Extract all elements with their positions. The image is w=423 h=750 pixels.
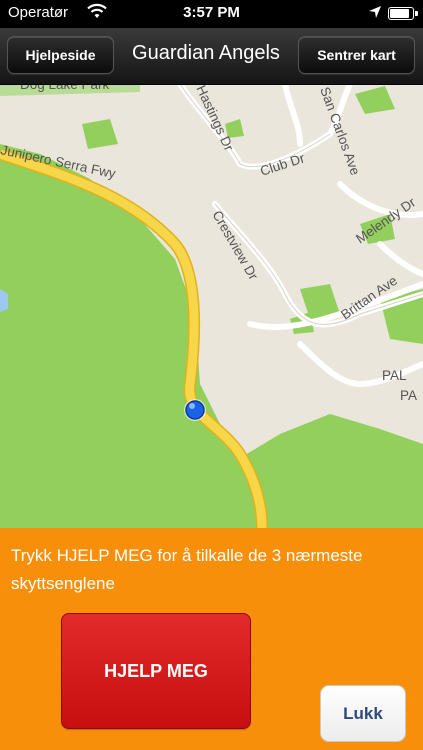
map-label: Dog Lake Park bbox=[20, 84, 110, 92]
center-map-button[interactable]: Sentrer kart bbox=[298, 36, 415, 74]
status-bar: Operatør 3:57 PM bbox=[0, 0, 423, 28]
help-me-button[interactable]: HJELP MEG bbox=[61, 613, 251, 729]
location-highlight bbox=[189, 403, 195, 409]
map-canvas: Dog Lake Park Hastings Dr Club Dr San Ca… bbox=[0, 84, 423, 528]
close-button[interactable]: Lukk bbox=[320, 685, 406, 742]
battery-icon bbox=[388, 7, 418, 20]
location-arrow-icon bbox=[368, 5, 382, 23]
map-label: PAL bbox=[382, 368, 407, 383]
navigation-bar: Hjelpeside Guardian Angels Sentrer kart bbox=[0, 28, 423, 85]
help-instructions: Trykk HJELP MEG for å tilkalle de 3 nærm… bbox=[11, 546, 363, 593]
app-title: Guardian Angels bbox=[132, 42, 280, 64]
clock: 3:57 PM bbox=[183, 4, 240, 21]
map-view[interactable]: Dog Lake Park Hastings Dr Club Dr San Ca… bbox=[0, 84, 423, 528]
current-location-icon[interactable] bbox=[185, 400, 205, 420]
help-panel: Trykk HJELP MEG for å tilkalle de 3 nærm… bbox=[0, 528, 423, 750]
help-page-button[interactable]: Hjelpeside bbox=[7, 36, 114, 74]
map-label: PA bbox=[400, 388, 417, 403]
